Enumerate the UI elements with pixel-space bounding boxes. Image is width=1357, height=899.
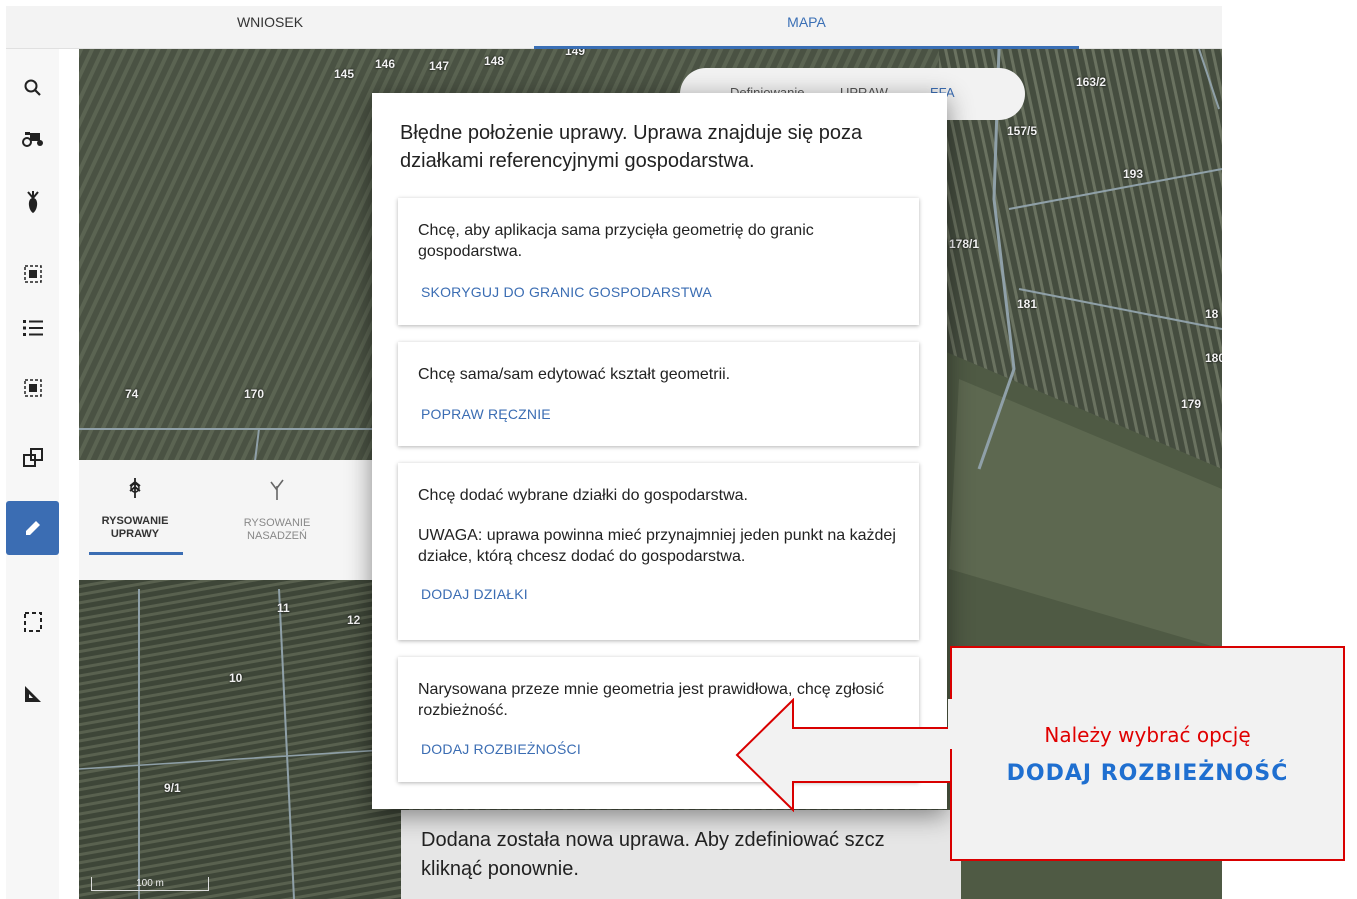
draw-crop-label-1: RYSOWANIE <box>101 515 169 527</box>
add-parcels-button[interactable]: DODAJ DZIAŁKI <box>421 586 528 602</box>
option-card-trim: Chcę, aby aplikacja sama przycięła geome… <box>398 198 919 325</box>
option-card-manual: Chcę sama/sam edytować kształt geometrii… <box>398 342 919 446</box>
top-tab-bar: WNIOSEK MAPA <box>6 6 1222 49</box>
option-note: UWAGA: uprawa powinna mieć przynajmniej … <box>418 527 896 565</box>
ruler-triangle-icon[interactable] <box>6 669 59 719</box>
parcel-label: 180 <box>1205 351 1222 365</box>
tab-mapa[interactable]: MAPA <box>534 6 1079 49</box>
parcel-label: 179 <box>1181 397 1202 411</box>
toast-text: Dodana została nowa uprawa. Aby zdefinio… <box>421 829 885 880</box>
option-text: Chcę dodać wybrane działki do gospodarst… <box>418 487 748 504</box>
callout-instruction: Należy wybrać opcję <box>1044 723 1251 747</box>
search-icon[interactable] <box>6 63 59 113</box>
parcel-label: 148 <box>484 54 505 68</box>
dialog-title: Błędne położenie uprawy. Uprawa znajduje… <box>400 122 863 172</box>
active-draw-indicator <box>89 552 183 555</box>
trim-to-farm-button[interactable]: SKORYGUJ DO GRANIC GOSPODARSTWA <box>421 284 712 300</box>
parcel-label: 146 <box>375 57 396 71</box>
parcel-label: 163/2 <box>1076 75 1107 89</box>
parcel-label: 149 <box>565 49 586 58</box>
parcel-label: 157/5 <box>1007 124 1038 138</box>
draw-crop-label-2: UPRAWY <box>110 528 160 540</box>
parcel-label: 10 <box>229 671 243 685</box>
layers-icon[interactable] <box>6 433 59 483</box>
parcel-label: 181 <box>1017 297 1038 311</box>
tab-mapa-label: MAPA <box>787 14 826 30</box>
draw-planting-option[interactable]: RYSOWANIE NASADZEŃ <box>227 478 327 543</box>
annotation-callout: Należy wybrać opcję DODAJ ROZBIEŻNOŚĆ <box>950 646 1345 861</box>
left-toolbar <box>6 49 59 899</box>
drawing-mode-panel: RYSOWANIE UPRAWY RYSOWANIE NASADZEŃ <box>79 460 401 580</box>
parcel-label: 18 <box>1205 307 1219 321</box>
tab-wniosek[interactable]: WNIOSEK <box>6 6 534 49</box>
list-icon[interactable] <box>6 303 59 353</box>
select-area-icon[interactable] <box>6 249 59 299</box>
parcel-label: 12 <box>347 613 361 627</box>
fix-manually-button[interactable]: POPRAW RĘCZNIE <box>421 406 551 422</box>
tree-icon <box>129 478 141 498</box>
option-card-add-parcels: Chcę dodać wybrane działki do gospodarst… <box>398 463 919 640</box>
callout-arrow-join <box>948 699 968 749</box>
info-toast: Dodana została nowa uprawa. Aby zdefinio… <box>401 810 961 899</box>
option-text: Chcę, aby aplikacja sama przycięła geome… <box>418 222 814 260</box>
callout-option-name: DODAJ ROZBIEŻNOŚĆ <box>1006 761 1289 786</box>
map-scale-bar: 100 m <box>91 877 209 891</box>
select-area-icon[interactable] <box>6 363 59 413</box>
parcel-label: 11 <box>277 601 290 615</box>
option-text: Chcę sama/sam edytować kształt geometrii… <box>418 366 731 383</box>
parcel-label: 9/1 <box>164 781 181 795</box>
add-discrepancy-button[interactable]: DODAJ ROZBIEŻNOŚCI <box>421 741 581 757</box>
app-root: WNIOSEK MAPA 145 146 147 148 149 163/2 1… <box>0 0 1357 899</box>
parcel-label: 193 <box>1123 167 1144 181</box>
parcel-label: 178/1 <box>949 237 980 251</box>
bounding-box-icon[interactable] <box>6 597 59 647</box>
parcel-label: 145 <box>334 67 355 81</box>
sprout-icon <box>270 479 284 500</box>
callout-arrow <box>735 698 964 812</box>
parcel-label: 147 <box>429 59 450 73</box>
parcel-label: 74 <box>125 387 139 401</box>
plant-icon[interactable] <box>6 177 59 227</box>
draw-crop-option[interactable]: RYSOWANIE UPRAWY <box>85 478 185 541</box>
draw-planting-label-1: RYSOWANIE <box>243 517 311 529</box>
parcel-label: 170 <box>244 387 265 401</box>
edit-icon[interactable] <box>6 501 59 555</box>
draw-planting-label-2: NASADZEŃ <box>247 530 307 542</box>
tractor-icon[interactable] <box>6 113 59 163</box>
